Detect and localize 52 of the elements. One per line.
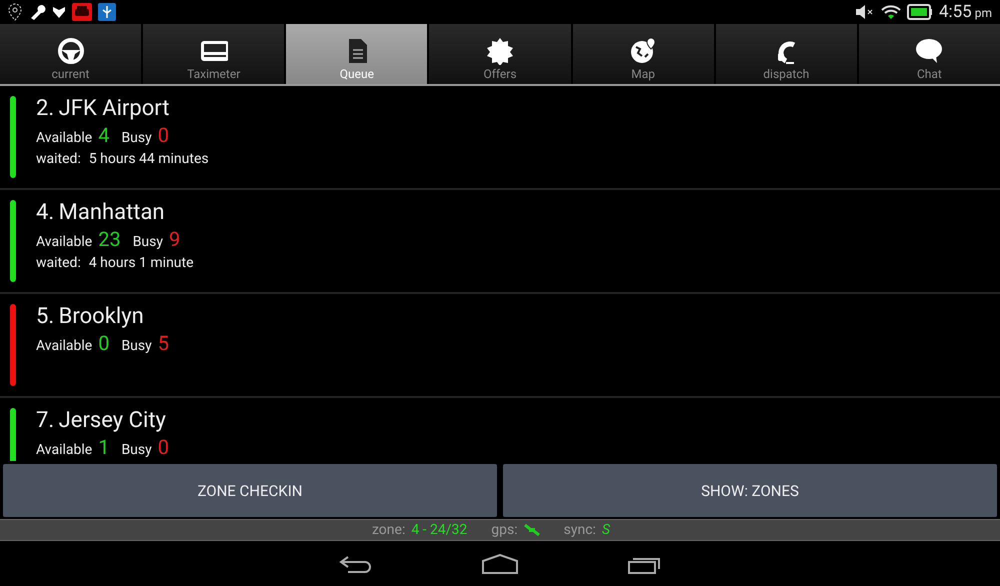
- location-pin-icon: [8, 3, 22, 21]
- busy-label: Busy: [132, 234, 163, 250]
- available-label: Available: [36, 338, 92, 354]
- busy-count: 9: [168, 227, 180, 251]
- available-label: Available: [36, 234, 92, 250]
- clock-period: pm: [974, 6, 992, 20]
- battery-icon: [906, 4, 933, 20]
- busy-label: Busy: [121, 442, 152, 458]
- tab[interactable]: Queue: [286, 24, 428, 84]
- busy-count: 0: [158, 435, 169, 459]
- back-icon[interactable]: [338, 554, 372, 574]
- zone-label: zone:: [372, 522, 406, 538]
- tab[interactable]: current: [0, 24, 142, 84]
- home-icon[interactable]: [482, 554, 518, 574]
- zone-name: 7. Jersey City: [36, 408, 167, 433]
- chat-bubble-icon: [915, 37, 944, 65]
- sync-label: sync:: [564, 522, 596, 538]
- clock-time: 4:55: [938, 2, 972, 22]
- tab[interactable]: dispatch: [716, 24, 857, 84]
- waited-label: waited:: [36, 255, 81, 271]
- available-count: 4: [98, 123, 110, 147]
- checkin-button[interactable]: ZONE CHECKIN: [3, 464, 497, 517]
- zone-value: 4 - 24/32: [411, 522, 468, 538]
- tab[interactable]: Chat: [858, 24, 1000, 84]
- gps-label: gps:: [491, 522, 518, 538]
- available-count: 23: [98, 227, 121, 251]
- satellite-icon: [524, 524, 540, 536]
- waited-label: waited:: [36, 151, 81, 167]
- car-icon: [72, 3, 92, 21]
- busy-label: Busy: [121, 338, 152, 354]
- zone-name: 4. Manhattan: [36, 200, 166, 225]
- busy-label: Busy: [121, 130, 152, 146]
- steering-wheel-icon: [56, 37, 85, 65]
- show-zones-button[interactable]: SHOW: ZONES: [503, 464, 997, 517]
- muted-speaker-icon: [854, 4, 875, 20]
- sync-status: S: [602, 522, 610, 538]
- busy-count: 0: [158, 123, 169, 147]
- busy-count: 5: [158, 331, 169, 355]
- available-count: 1: [98, 435, 110, 459]
- tab[interactable]: Offers: [429, 24, 571, 84]
- starburst-icon: [486, 37, 514, 65]
- tab[interactable]: Taximeter: [143, 24, 284, 84]
- available-label: Available: [36, 130, 92, 146]
- wifi-icon: [880, 4, 901, 20]
- tab[interactable]: Map: [572, 24, 714, 84]
- zone-name: 5. Brooklyn: [36, 304, 145, 329]
- available-count: 0: [98, 331, 110, 355]
- waited-time: 4 hours 1 minute: [88, 255, 194, 271]
- waited-time: 5 hours 44 minutes: [88, 151, 209, 167]
- zone-name: 2. JFK Airport: [36, 96, 170, 121]
- usb-icon: [98, 3, 116, 21]
- available-label: Available: [36, 442, 92, 458]
